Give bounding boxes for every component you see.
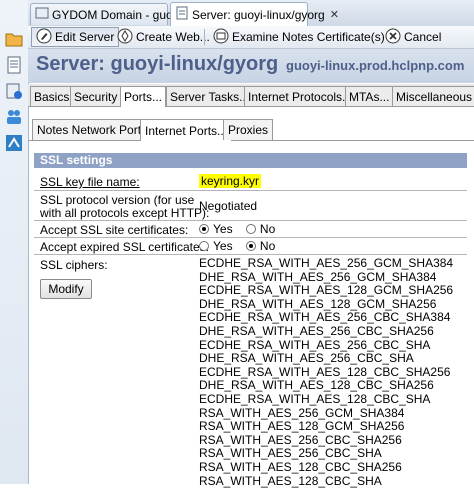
tab-label: Miscellaneous (396, 90, 472, 104)
tab-server-tasks[interactable]: Server Tasks... (166, 86, 253, 106)
cipher-item: DHE_RSA_WITH_AES_128_CBC_SHA256 (199, 379, 453, 393)
tab-label: Ports... (124, 90, 162, 104)
left-launcher-bar (0, 0, 29, 484)
cipher-item: RSA_WITH_AES_128_CBC_SHA (199, 475, 453, 488)
modify-button[interactable]: Modify (40, 279, 92, 299)
tab-internet-ports[interactable]: Internet Ports... (140, 119, 232, 141)
edit-server-label: Edit Server (55, 30, 114, 44)
radio-circle (246, 224, 256, 234)
tab-proxies[interactable]: Proxies (223, 119, 273, 140)
divider (34, 220, 467, 221)
accept-site-label: Accept SSL site certificates: (40, 223, 188, 237)
accept-expired-label: Accept expired SSL certificates: (40, 240, 209, 254)
create-web-button[interactable]: Create Web... (112, 27, 215, 47)
server-doc-icon (175, 6, 189, 23)
divider (34, 254, 467, 255)
database-icon[interactable] (5, 82, 23, 100)
cipher-item: RSA_WITH_AES_256_CBC_SHA256 (199, 434, 453, 448)
cipher-item: ECDHE_RSA_WITH_AES_128_GCM_SHA256 (199, 284, 453, 298)
cipher-item: RSA_WITH_AES_128_GCM_SHA256 (199, 420, 453, 434)
cipher-list: ECDHE_RSA_WITH_AES_256_GCM_SHA384 DHE_RS… (199, 257, 453, 488)
divider (34, 237, 467, 238)
key-file-value: keyring.kyr (199, 174, 261, 188)
people-icon[interactable] (5, 108, 23, 126)
cipher-item: DHE_RSA_WITH_AES_256_GCM_SHA384 (199, 271, 453, 285)
tab-label: Security (74, 90, 117, 104)
accept-expired-no-radio[interactable]: No (246, 239, 275, 253)
page-title: Server: guoyi-linux/gyorg (36, 53, 278, 76)
protocol-label-line2: with all protocols except HTTP): (40, 206, 209, 220)
pencil-icon (36, 28, 52, 47)
tab-ports[interactable]: Ports... (120, 86, 166, 107)
ciphers-label: SSL ciphers: (40, 258, 108, 272)
edit-server-button[interactable]: Edit Server (31, 27, 119, 47)
tab-label: Basics (34, 90, 69, 104)
cipher-item: RSA_WITH_AES_256_CBC_SHA (199, 447, 453, 461)
cipher-item: DHE_RSA_WITH_AES_128_GCM_SHA256 (199, 298, 453, 312)
cipher-item: DHE_RSA_WITH_AES_256_CBC_SHA (199, 352, 453, 366)
cipher-item: ECDHE_RSA_WITH_AES_256_CBC_SHA384 (199, 311, 453, 325)
tab-label: Internet Ports... (145, 124, 227, 138)
accept-site-no-radio[interactable]: No (246, 222, 275, 236)
cipher-item: ECDHE_RSA_WITH_AES_256_CBC_SHA (199, 339, 453, 353)
action-bar: Edit Server Create Web... Examine Notes … (28, 26, 474, 49)
key-file-label: SSL key file name: (40, 175, 140, 189)
tab-label: Server: guoyi-linux/gyorg (192, 8, 325, 22)
cipher-item: RSA_WITH_AES_128_CBC_SHA256 (199, 461, 453, 475)
cipher-item: ECDHE_RSA_WITH_AES_256_GCM_SHA384 (199, 257, 453, 271)
examine-certificates-button[interactable]: Examine Notes Certificate(s) (208, 27, 390, 47)
cipher-item: ECDHE_RSA_WITH_AES_128_CBC_SHA (199, 393, 453, 407)
accept-expired-yes-radio[interactable]: Yes (199, 239, 233, 253)
tab-label: Proxies (228, 123, 268, 137)
main-tab-strip: Basics Security Ports... Server Tasks...… (28, 84, 474, 107)
divider (34, 190, 467, 191)
radio-label: Yes (213, 222, 233, 236)
tab-security[interactable]: Security (70, 86, 121, 106)
accept-site-radio-group: Yes No (199, 222, 285, 237)
certificate-icon (213, 28, 229, 47)
tab-label: Server Tasks... (170, 90, 249, 104)
radio-circle (246, 241, 256, 251)
tab-label: Notes Network Ports (37, 123, 147, 137)
close-icon[interactable]: ✕ (330, 8, 339, 21)
document-icon[interactable] (5, 56, 23, 74)
document-tab-bar: GYDOM Domain - guoyi-linux... Server: gu… (28, 0, 474, 27)
protocol-value[interactable]: Negotiated (199, 199, 257, 213)
key-file-field[interactable]: keyring.kyr (199, 174, 261, 188)
radio-circle (199, 241, 209, 251)
domain-icon (35, 6, 49, 23)
examine-certificates-label: Examine Notes Certificate(s) (232, 30, 385, 44)
tab-internet-protocols[interactable]: Internet Protocols... (244, 86, 356, 106)
tab-label: Internet Protocols... (248, 90, 352, 104)
cipher-item: RSA_WITH_AES_256_GCM_SHA384 (199, 407, 453, 421)
tab-notes-network-ports[interactable]: Notes Network Ports (32, 119, 152, 140)
accept-site-yes-radio[interactable]: Yes (199, 222, 233, 236)
tab-basics[interactable]: Basics (30, 86, 73, 106)
tab-server[interactable]: Server: guoyi-linux/gyorg ✕ (170, 2, 308, 26)
radio-label: Yes (213, 239, 233, 253)
create-web-label: Create Web... (136, 30, 210, 44)
folder-icon[interactable] (5, 30, 23, 48)
section-header: SSL settings (34, 153, 467, 168)
radio-label: No (260, 239, 275, 253)
tab-domain[interactable]: GYDOM Domain - guoyi-linux... (30, 3, 168, 25)
sub-tab-strip: Notes Network Ports Internet Ports... Pr… (28, 118, 474, 141)
radio-label: No (260, 222, 275, 236)
web-icon (117, 28, 133, 47)
cancel-icon (385, 28, 401, 47)
network-icon[interactable] (5, 134, 23, 152)
cipher-item: ECDHE_RSA_WITH_AES_128_CBC_SHA256 (199, 366, 453, 380)
cancel-label: Cancel (404, 30, 441, 44)
radio-circle (199, 224, 209, 234)
tab-miscellaneous[interactable]: Miscellaneous (392, 86, 474, 106)
cipher-item: DHE_RSA_WITH_AES_256_CBC_SHA256 (199, 325, 453, 339)
toolbar-separator (204, 29, 205, 45)
server-fqdn: guoyi-linux.prod.hclpnp.com (286, 58, 464, 73)
tab-label: MTAs... (349, 90, 389, 104)
server-header: Server: guoyi-linux/gyorg guoyi-linux.pr… (28, 49, 474, 83)
tab-mtas[interactable]: MTAs... (345, 86, 393, 106)
cancel-button[interactable]: Cancel (380, 27, 446, 47)
protocol-label-line1: SSL protocol version (for use (40, 193, 194, 207)
accept-expired-radio-group: Yes No (199, 239, 285, 254)
